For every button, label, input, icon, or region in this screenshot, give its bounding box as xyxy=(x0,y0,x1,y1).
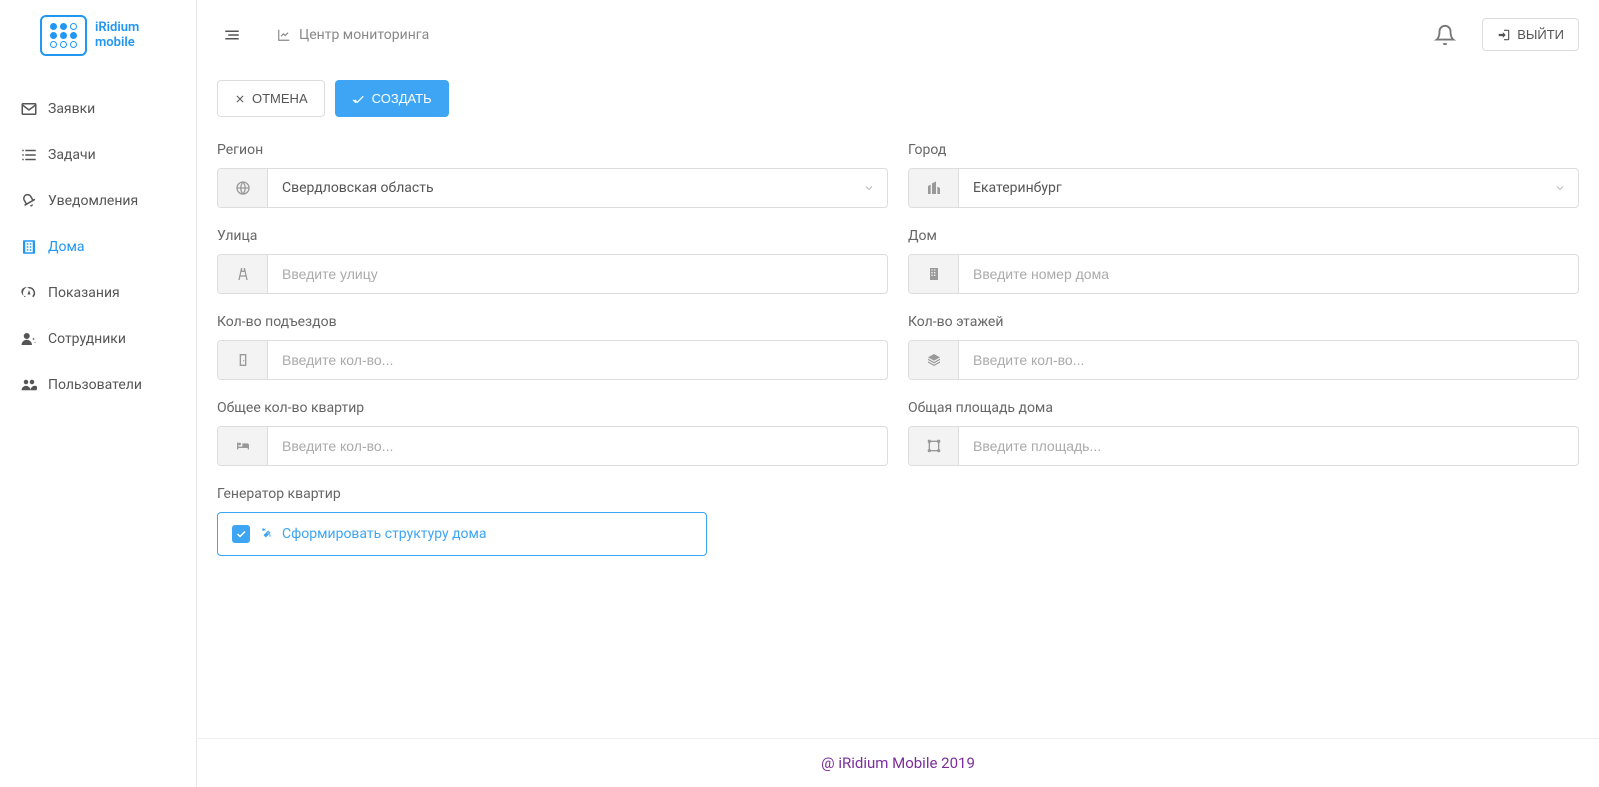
field-label: Улица xyxy=(217,228,888,244)
sidebar-item-label: Показания xyxy=(48,285,120,301)
logout-button[interactable]: ВЫЙТИ xyxy=(1482,18,1579,51)
generator-section: Генератор квартир Сформировать структуру… xyxy=(217,486,1579,556)
sidebar-item-notifications[interactable]: Уведомления xyxy=(0,178,196,224)
field-label: Общее кол-во квартир xyxy=(217,400,888,416)
cancel-button[interactable]: ОТМЕНА xyxy=(217,80,325,117)
field-city: Город Екатеринбург xyxy=(908,142,1579,208)
generator-box[interactable]: Сформировать структуру дома xyxy=(217,512,707,556)
sidebar-item-tasks[interactable]: Задачи xyxy=(0,132,196,178)
field-label: Регион xyxy=(217,142,888,158)
building-icon xyxy=(20,238,38,256)
apartments-input[interactable] xyxy=(268,427,887,465)
cancel-label: ОТМЕНА xyxy=(252,91,308,106)
sidebar-item-label: Заявки xyxy=(48,101,95,117)
nav: Заявки Задачи Уведомления Дома xyxy=(0,76,196,418)
footer-text: @ iRidium Mobile 2019 xyxy=(821,754,975,772)
footer: @ iRidium Mobile 2019 xyxy=(197,738,1599,787)
field-label: Город xyxy=(908,142,1579,158)
list-check-icon xyxy=(20,146,38,164)
menu-toggle-button[interactable] xyxy=(217,20,247,50)
layers-icon xyxy=(909,341,959,379)
chart-icon xyxy=(277,28,291,42)
bullhorn-icon xyxy=(20,192,38,210)
check-double-icon xyxy=(352,92,366,106)
field-label: Общая площадь дома xyxy=(908,400,1579,416)
sidebar-item-requests[interactable]: Заявки xyxy=(0,86,196,132)
envelope-icon xyxy=(20,100,38,118)
sidebar: iRidium mobile Заявки Задачи xyxy=(0,0,197,787)
sidebar-item-label: Сотрудники xyxy=(48,331,126,347)
chevron-down-icon xyxy=(1542,169,1578,207)
sidebar-item-houses[interactable]: Дома xyxy=(0,224,196,270)
notifications-button[interactable] xyxy=(1428,18,1462,52)
generator-label: Генератор квартир xyxy=(217,486,1579,502)
topbar: Центр мониторинга ВЫЙТИ xyxy=(197,0,1599,70)
region-select[interactable]: Свердловская область xyxy=(217,168,888,208)
floors-input[interactable] xyxy=(959,341,1578,379)
logout-label: ВЫЙТИ xyxy=(1517,27,1564,42)
users-icon xyxy=(20,376,38,394)
field-region: Регион Свердловская область xyxy=(217,142,888,208)
generator-text: Сформировать структуру дома xyxy=(282,526,487,542)
building-icon xyxy=(909,255,959,293)
field-label: Кол-во этажей xyxy=(908,314,1579,330)
bed-icon xyxy=(218,427,268,465)
form: Регион Свердловская область Город xyxy=(217,142,1579,466)
street-input[interactable] xyxy=(268,255,887,293)
area-input[interactable] xyxy=(959,427,1578,465)
close-icon xyxy=(234,93,246,105)
entrances-input[interactable] xyxy=(268,341,887,379)
sidebar-item-users[interactable]: Пользователи xyxy=(0,362,196,408)
region-value: Свердловская область xyxy=(268,169,851,207)
sidebar-item-label: Задачи xyxy=(48,147,96,163)
create-label: СОЗДАТЬ xyxy=(372,91,432,106)
road-icon xyxy=(218,255,268,293)
field-street: Улица xyxy=(217,228,888,294)
globe-icon xyxy=(218,169,268,207)
content: ОТМЕНА СОЗДАТЬ Регион xyxy=(197,70,1599,738)
sidebar-item-employees[interactable]: Сотрудники xyxy=(0,316,196,362)
logout-icon xyxy=(1497,28,1511,42)
city-value: Екатеринбург xyxy=(959,169,1542,207)
field-floors: Кол-во этажей xyxy=(908,314,1579,380)
field-area: Общая площадь дома xyxy=(908,400,1579,466)
field-house: Дом xyxy=(908,228,1579,294)
field-label: Дом xyxy=(908,228,1579,244)
chevron-down-icon xyxy=(851,169,887,207)
create-button[interactable]: СОЗДАТЬ xyxy=(335,80,449,117)
field-label: Кол-во подъездов xyxy=(217,314,888,330)
sidebar-item-label: Дома xyxy=(48,239,85,255)
user-gear-icon xyxy=(20,330,38,348)
action-bar: ОТМЕНА СОЗДАТЬ xyxy=(217,80,1579,117)
field-apartments: Общее кол-во квартир xyxy=(217,400,888,466)
door-icon xyxy=(218,341,268,379)
generator-checkbox[interactable] xyxy=(232,525,250,543)
gauge-icon xyxy=(20,284,38,302)
logo-icon xyxy=(40,15,87,56)
square-icon xyxy=(909,427,959,465)
magic-wand-icon xyxy=(260,527,274,541)
sidebar-item-label: Пользователи xyxy=(48,377,142,393)
breadcrumb[interactable]: Центр мониторинга xyxy=(277,27,429,43)
field-entrances: Кол-во подъездов xyxy=(217,314,888,380)
city-icon xyxy=(909,169,959,207)
logo[interactable]: iRidium mobile xyxy=(0,0,196,76)
city-select[interactable]: Екатеринбург xyxy=(908,168,1579,208)
logo-text: iRidium mobile xyxy=(95,21,139,50)
house-input[interactable] xyxy=(959,255,1578,293)
sidebar-item-readings[interactable]: Показания xyxy=(0,270,196,316)
breadcrumb-text: Центр мониторинга xyxy=(299,27,429,43)
sidebar-item-label: Уведомления xyxy=(48,193,138,209)
